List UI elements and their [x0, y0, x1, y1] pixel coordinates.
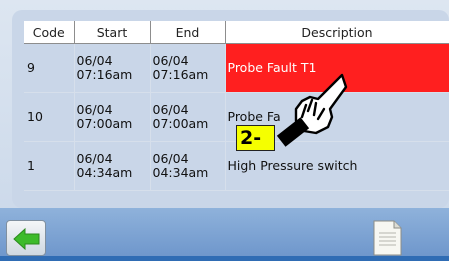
column-header-end: End [150, 21, 226, 44]
cell-end: 06/04 07:00am [150, 92, 226, 142]
table-header-row: Code Start End Description [24, 21, 449, 44]
cell-start: 06/04 07:16am [74, 43, 151, 93]
cell-start: 06/04 04:34am [74, 141, 151, 191]
pointing-hand-icon [268, 73, 356, 153]
alarm-table: Code Start End Description 9 06/04 07:16… [24, 21, 449, 191]
cell-start: 06/04 07:00am [74, 92, 151, 142]
step-badge: 2- [236, 125, 275, 151]
column-header-description: Description [225, 21, 449, 44]
table-row[interactable]: 9 06/04 07:16am 06/04 07:16am Probe Faul… [24, 43, 449, 93]
column-header-code: Code [24, 21, 75, 44]
cell-end: 06/04 07:16am [150, 43, 226, 93]
cell-code: 10 [24, 92, 75, 142]
column-header-start: Start [74, 21, 151, 44]
cell-end: 06/04 04:34am [150, 141, 226, 191]
back-button[interactable] [6, 220, 46, 256]
cell-code: 1 [24, 141, 75, 191]
cell-code: 9 [24, 43, 75, 93]
document-icon [373, 220, 402, 256]
green-left-arrow-icon [13, 227, 40, 251]
document-button[interactable] [371, 220, 403, 256]
